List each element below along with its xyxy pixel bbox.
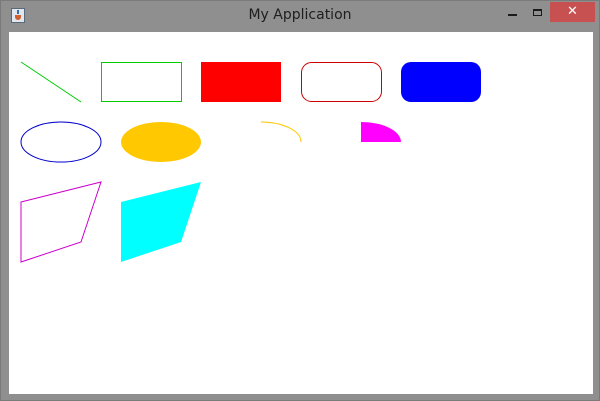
yellow-arc	[260, 121, 302, 143]
application-window: My Application ✕	[0, 0, 600, 401]
green-line	[20, 61, 82, 103]
close-icon: ✕	[567, 4, 578, 19]
magenta-pie-slice	[361, 122, 401, 142]
maximize-button[interactable]	[524, 2, 550, 22]
minimize-icon	[507, 14, 517, 16]
blue-filled-rounded-rectangle	[401, 62, 481, 102]
red-outline-rounded-rectangle	[301, 62, 382, 102]
green-outline-rectangle	[101, 62, 182, 102]
minimize-button[interactable]	[499, 2, 525, 22]
maximize-icon	[532, 8, 542, 16]
blue-outline-ellipse	[20, 121, 102, 163]
cyan-filled-polygon	[121, 182, 201, 262]
close-button[interactable]: ✕	[550, 2, 595, 22]
magenta-outline-polygon	[20, 181, 102, 263]
red-filled-rectangle	[201, 62, 281, 102]
title-bar[interactable]: My Application ✕	[1, 1, 599, 32]
yellow-filled-ellipse	[121, 122, 201, 162]
drawing-canvas	[9, 32, 593, 394]
shapes-svg	[20, 61, 481, 263]
